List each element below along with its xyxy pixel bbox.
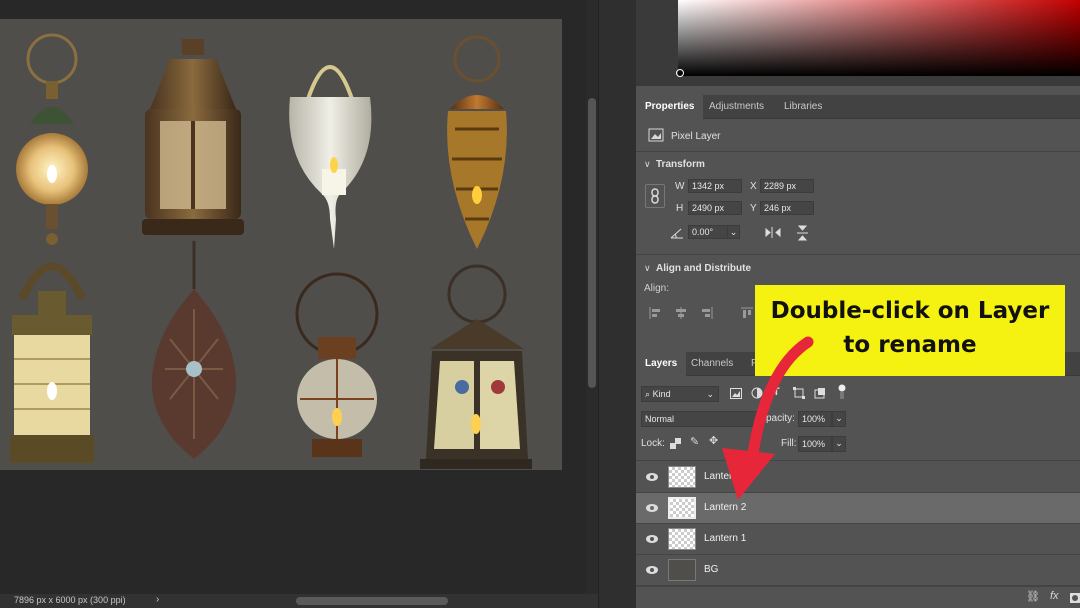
- lantern-bronze-hex: [142, 39, 244, 235]
- align-left-edges-icon[interactable]: [648, 306, 662, 320]
- layer-row-lantern-3[interactable]: Lanter: [636, 462, 1080, 493]
- align-section-title: Align and Distribute: [656, 263, 751, 274]
- layer-thumbnail: [668, 528, 696, 550]
- eye-icon[interactable]: [646, 502, 658, 514]
- lantern-brass-round: [16, 33, 88, 245]
- tab-layers[interactable]: Layers: [636, 352, 687, 376]
- color-field[interactable]: [678, 0, 1080, 76]
- link-dimensions-button[interactable]: [645, 184, 665, 208]
- fill-field[interactable]: 100%: [798, 436, 832, 452]
- fx-icon[interactable]: fx: [1050, 591, 1059, 602]
- filter-pixel-icon[interactable]: [730, 388, 742, 399]
- lantern-artwork: [10, 33, 532, 469]
- lantern-stained-glass: [420, 264, 532, 469]
- layer-name[interactable]: Lantern 2: [704, 502, 746, 513]
- layer-row-lantern-2[interactable]: Lantern 2: [636, 493, 1080, 524]
- opacity-label: pacity:: [766, 413, 795, 424]
- height-label: H: [676, 203, 684, 214]
- lock-image-pixels-icon[interactable]: ✎: [690, 437, 699, 448]
- lantern-moroccan: [151, 241, 237, 459]
- opacity-field[interactable]: 100%: [798, 411, 832, 427]
- filter-adjustment-icon[interactable]: [751, 387, 763, 399]
- filter-smart-object-icon[interactable]: [814, 387, 826, 399]
- layer-name[interactable]: Lantern 1: [704, 533, 746, 544]
- fill-dropdown[interactable]: ⌄: [832, 436, 846, 452]
- fill-label: Fill:: [781, 438, 797, 449]
- layer-name[interactable]: Lanter: [704, 471, 732, 482]
- layer-name[interactable]: BG: [704, 564, 718, 575]
- layer-type-label: Pixel Layer: [671, 131, 721, 142]
- link-layers-icon[interactable]: ⛓: [1026, 592, 1040, 603]
- flip-vertical-icon[interactable]: [796, 225, 809, 241]
- lock-transparent-pixels-icon[interactable]: [670, 438, 681, 449]
- eye-icon[interactable]: [646, 533, 658, 545]
- eye-icon[interactable]: [646, 471, 658, 483]
- layer-thumbnail: [668, 466, 696, 488]
- color-picker-panel: [636, 0, 1080, 86]
- tab-channels[interactable]: Channels: [682, 352, 742, 376]
- status-expand-arrow[interactable]: ›: [156, 594, 159, 605]
- height-field[interactable]: 2490 px: [688, 201, 742, 215]
- filter-shape-icon[interactable]: [793, 387, 805, 399]
- layer-thumbnail: [668, 559, 696, 581]
- link-icon: [651, 188, 659, 204]
- angle-dropdown[interactable]: ⌄: [727, 225, 740, 239]
- lantern-glass-cage: [295, 272, 379, 457]
- chevron-down-icon: ⌄: [729, 227, 738, 237]
- panel-dock-gap: [598, 0, 636, 608]
- status-bar: 7896 px x 6000 px (300 ppi) ›: [0, 594, 598, 608]
- lantern-copper-mosaic: [447, 35, 507, 249]
- canvas-area: 7896 px x 6000 px (300 ppi) ›: [0, 0, 598, 608]
- layer-thumbnail: [668, 497, 696, 519]
- lantern-brass-storm: [10, 262, 94, 463]
- chevron-down-icon: ⌄: [835, 413, 843, 423]
- width-label: W: [675, 181, 685, 192]
- filter-type-icon[interactable]: T: [773, 387, 780, 398]
- search-icon: ⌕: [645, 389, 651, 399]
- document-size-info: 7896 px x 6000 px (300 ppi): [14, 595, 126, 605]
- callout-line-1: Double-click on Layer: [770, 298, 1050, 324]
- layer-filter-kind-select[interactable]: ⌕ Kind ⌄: [641, 386, 719, 402]
- color-sample-marker[interactable]: [676, 69, 684, 77]
- x-field[interactable]: 2289 px: [760, 179, 814, 193]
- opacity-dropdown[interactable]: ⌄: [832, 411, 846, 427]
- properties-tab-bar: Properties Adjustments Libraries: [636, 95, 1080, 119]
- chevron-down-icon: ⌄: [706, 389, 714, 399]
- align-label: Align:: [644, 283, 670, 294]
- flip-horizontal-icon[interactable]: [765, 226, 781, 239]
- filter-kind-value: Kind: [652, 389, 671, 399]
- layer-row-lantern-1[interactable]: Lantern 1: [636, 524, 1080, 555]
- filter-toggle-icon[interactable]: [836, 384, 848, 400]
- canvas-vertical-scrollbar[interactable]: [586, 0, 598, 594]
- photoshop-window: 7896 px x 6000 px (300 ppi) › Properties…: [0, 0, 1080, 608]
- align-horizontal-centers-icon[interactable]: [674, 306, 688, 320]
- transform-section-title: Transform: [656, 159, 705, 170]
- x-label: X: [750, 181, 757, 192]
- y-field[interactable]: 246 px: [760, 201, 814, 215]
- tab-libraries[interactable]: Libraries: [775, 95, 831, 119]
- layer-row-bg[interactable]: BG: [636, 555, 1080, 586]
- tab-properties[interactable]: Properties: [636, 95, 704, 119]
- annotation-callout: Double-click on Layer to rename: [755, 285, 1065, 376]
- chevron-down-icon[interactable]: ∨: [644, 160, 651, 169]
- tab-adjustments[interactable]: Adjustments: [700, 95, 773, 119]
- chevron-down-icon: ⌄: [835, 438, 843, 448]
- align-right-edges-icon[interactable]: [700, 306, 714, 320]
- pixel-layer-icon: [648, 128, 664, 142]
- lock-label: Lock:: [641, 438, 665, 449]
- layers-footer: ⛓ fx: [636, 586, 1080, 608]
- lock-position-icon[interactable]: ✥: [709, 436, 718, 447]
- document-canvas[interactable]: [0, 19, 562, 470]
- callout-line-2: to rename: [843, 332, 977, 358]
- angle-icon: [670, 228, 683, 239]
- add-mask-icon[interactable]: [1070, 593, 1080, 603]
- canvas-horizontal-scrollbar[interactable]: [296, 597, 448, 605]
- chevron-down-icon[interactable]: ∨: [644, 264, 651, 273]
- lantern-glass-bowl: [289, 65, 372, 249]
- width-field[interactable]: 1342 px: [688, 179, 742, 193]
- align-top-edges-icon[interactable]: [740, 306, 754, 320]
- eye-icon[interactable]: [646, 564, 658, 576]
- y-label: Y: [750, 203, 757, 214]
- blend-mode-select[interactable]: Normal: [641, 411, 761, 427]
